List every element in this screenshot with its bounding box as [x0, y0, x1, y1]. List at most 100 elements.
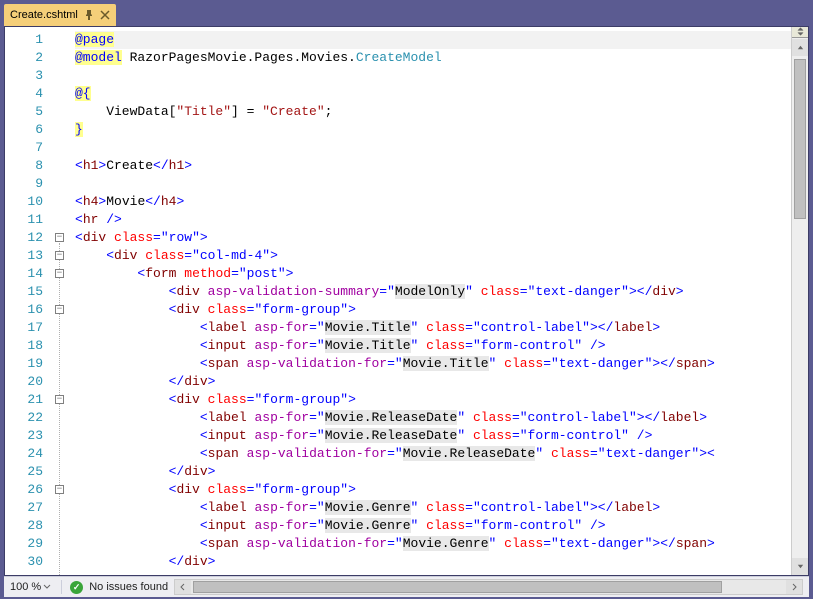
- code-line[interactable]: <div class="form-group">: [75, 391, 791, 409]
- code-token: ="form-group">: [247, 302, 356, 317]
- scrollbar-thumb[interactable]: [794, 59, 806, 219]
- zoom-level[interactable]: 100 %: [4, 581, 57, 593]
- code-token: asp-for: [254, 500, 309, 515]
- code-line[interactable]: [75, 175, 791, 193]
- fold-toggle[interactable]: −: [55, 395, 64, 404]
- code-line[interactable]: <input asp-for="Movie.Title" class="form…: [75, 337, 791, 355]
- code-line[interactable]: <h4>Movie</h4>: [75, 193, 791, 211]
- scrollbar-thumb[interactable]: [193, 581, 722, 593]
- fold-toggle[interactable]: −: [55, 305, 64, 314]
- close-icon[interactable]: [100, 10, 110, 20]
- line-number: 19: [5, 355, 43, 373]
- code-token: <: [200, 518, 208, 533]
- code-line[interactable]: <label asp-for="Movie.ReleaseDate" class…: [75, 409, 791, 427]
- code-token: @model: [75, 50, 122, 65]
- code-line[interactable]: </div>: [75, 463, 791, 481]
- fold-toggle[interactable]: −: [55, 485, 64, 494]
- check-circle-icon: ✓: [70, 581, 83, 594]
- code-token: [75, 482, 169, 497]
- tab-create-cshtml[interactable]: Create.cshtml: [4, 4, 116, 26]
- scroll-left-icon[interactable]: [175, 580, 191, 594]
- line-number: 17: [5, 319, 43, 337]
- code-token: div: [114, 248, 137, 263]
- code-token: [75, 446, 200, 461]
- code-token: =": [309, 500, 325, 515]
- code-line[interactable]: <input asp-for="Movie.ReleaseDate" class…: [75, 427, 791, 445]
- code-token: Movie.Title: [325, 338, 411, 353]
- code-line[interactable]: @{: [75, 85, 791, 103]
- scroll-up-icon[interactable]: [792, 39, 808, 56]
- code-token: =": [309, 518, 325, 533]
- code-token: span: [208, 536, 239, 551]
- code-line[interactable]: @page: [75, 31, 791, 49]
- code-token: ="text-danger"></: [520, 284, 653, 299]
- code-token: [418, 320, 426, 335]
- line-number: 16: [5, 301, 43, 319]
- code-token: [239, 446, 247, 461]
- code-area[interactable]: @page@model RazorPagesMovie.Pages.Movies…: [75, 27, 791, 575]
- code-token: <: [200, 338, 208, 353]
- code-line[interactable]: <input asp-for="Movie.Genre" class="form…: [75, 517, 791, 535]
- fold-toggle[interactable]: −: [55, 233, 64, 242]
- vertical-scrollbar[interactable]: [791, 27, 808, 575]
- code-token: =": [153, 230, 169, 245]
- code-token: ="text-danger"><: [590, 446, 715, 461]
- divider: [61, 580, 62, 594]
- code-token: </: [145, 194, 161, 209]
- line-number: 24: [5, 445, 43, 463]
- code-token: [418, 338, 426, 353]
- code-token: >: [176, 194, 184, 209]
- code-editor[interactable]: 1234567891011121314151617181920212223242…: [5, 27, 791, 575]
- code-line[interactable]: [75, 139, 791, 157]
- code-line[interactable]: </div>: [75, 553, 791, 571]
- issues-text: No issues found: [89, 581, 168, 593]
- code-token: >: [208, 554, 216, 569]
- code-token: ": [465, 284, 473, 299]
- code-line[interactable]: <label asp-for="Movie.Title" class="cont…: [75, 319, 791, 337]
- line-number: 7: [5, 139, 43, 157]
- code-line[interactable]: </div>: [75, 373, 791, 391]
- code-line[interactable]: <div class="col-md-4">: [75, 247, 791, 265]
- code-token: span: [208, 356, 239, 371]
- code-token: =": [184, 248, 200, 263]
- code-token: [75, 248, 106, 263]
- code-line[interactable]: <span asp-validation-for="Movie.Genre" c…: [75, 535, 791, 553]
- code-token: h1: [83, 158, 99, 173]
- code-line[interactable]: <div asp-validation-summary="ModelOnly" …: [75, 283, 791, 301]
- line-number: 21: [5, 391, 43, 409]
- fold-toggle[interactable]: −: [55, 251, 64, 260]
- code-token: div: [83, 230, 106, 245]
- status-bar: 100 % ✓ No issues found: [4, 576, 809, 597]
- line-number-gutter: 1234567891011121314151617181920212223242…: [5, 27, 53, 575]
- pin-icon[interactable]: [84, 10, 94, 20]
- code-line[interactable]: [75, 67, 791, 85]
- code-token: [75, 464, 169, 479]
- code-line[interactable]: <div class="row">: [75, 229, 791, 247]
- error-health[interactable]: ✓ No issues found: [66, 581, 168, 594]
- code-token: ="form-control" />: [465, 518, 605, 533]
- scroll-down-icon[interactable]: [792, 558, 808, 575]
- code-line[interactable]: <div class="form-group">: [75, 301, 791, 319]
- scroll-right-icon[interactable]: [786, 580, 802, 594]
- horizontal-scrollbar[interactable]: [174, 579, 803, 595]
- code-token: [473, 284, 481, 299]
- code-token: [75, 410, 200, 425]
- code-line[interactable]: <div class="form-group">: [75, 481, 791, 499]
- code-line[interactable]: ViewData["Title"] = "Create";: [75, 103, 791, 121]
- code-token: >: [208, 464, 216, 479]
- code-line[interactable]: @model RazorPagesMovie.Pages.Movies.Crea…: [75, 49, 791, 67]
- code-token: class: [426, 338, 465, 353]
- code-line[interactable]: <form method="post">: [75, 265, 791, 283]
- code-token: [75, 338, 200, 353]
- code-line[interactable]: <label asp-for="Movie.Genre" class="cont…: [75, 499, 791, 517]
- code-token: [75, 374, 169, 389]
- fold-toggle[interactable]: −: [55, 269, 64, 278]
- code-token: [75, 320, 200, 335]
- code-line[interactable]: }: [75, 121, 791, 139]
- code-token: Movie.Genre: [403, 536, 489, 551]
- code-line[interactable]: <span asp-validation-for="Movie.ReleaseD…: [75, 445, 791, 463]
- code-line[interactable]: <span asp-validation-for="Movie.Title" c…: [75, 355, 791, 373]
- code-line[interactable]: <hr />: [75, 211, 791, 229]
- split-handle-icon[interactable]: [792, 26, 808, 38]
- code-line[interactable]: <h1>Create</h1>: [75, 157, 791, 175]
